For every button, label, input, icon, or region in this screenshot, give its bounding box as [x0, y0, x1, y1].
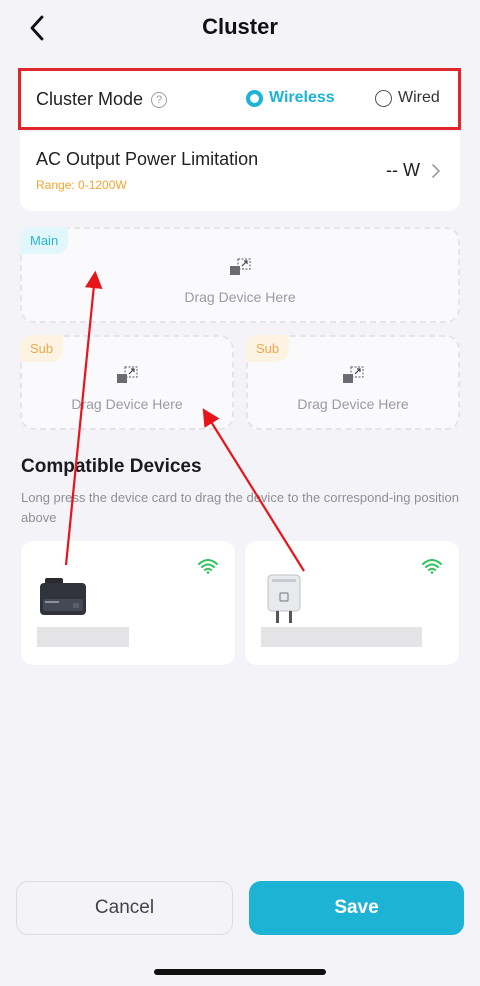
power-station-icon — [40, 578, 86, 615]
compatible-devices-description: Long press the device card to drag the d… — [21, 490, 459, 525]
sub1-drag-text: Drag Device Here — [71, 396, 183, 412]
wifi-icon — [422, 559, 442, 574]
drag-target-icon — [117, 366, 138, 383]
wireless-label: Wireless — [269, 89, 335, 106]
sub2-drag-text: Drag Device Here — [297, 396, 409, 412]
home-indicator — [154, 969, 326, 975]
drag-target-icon — [230, 258, 251, 275]
cluster-mode-label: Cluster Mode — [36, 89, 144, 109]
radio-selected-icon — [246, 89, 263, 107]
smart-plug-icon — [267, 574, 301, 623]
ac-output-range: Range: 0-1200W — [36, 178, 127, 192]
sub-tag: Sub — [246, 335, 290, 362]
cluster-mode-label-group: Cluster Mode ? — [36, 89, 168, 110]
wireless-radio-option[interactable]: Wireless — [246, 89, 335, 107]
main-drag-text: Drag Device Here — [184, 289, 296, 305]
save-button[interactable]: Save — [249, 881, 464, 935]
page-title: Cluster — [202, 14, 278, 39]
device-card-smart-plug[interactable] — [245, 541, 459, 665]
wired-label: Wired — [398, 89, 440, 106]
ac-output-value: -- W — [386, 160, 420, 180]
device-name-placeholder — [261, 627, 422, 647]
drag-target-icon — [343, 366, 364, 383]
help-icon[interactable]: ? — [151, 91, 168, 108]
device-name-placeholder — [37, 627, 129, 647]
wifi-icon — [198, 559, 218, 574]
radio-unselected-icon — [375, 89, 392, 107]
sub-tag: Sub — [20, 335, 64, 362]
header: Cluster — [0, 0, 480, 56]
sub-drop-zone-2[interactable]: Sub Drag Device Here — [246, 335, 460, 430]
ac-output-row[interactable]: AC Output Power Limitation Range: 0-1200… — [20, 132, 460, 211]
main-drop-zone[interactable]: Main Drag Device Here — [20, 227, 460, 323]
wired-radio-option[interactable]: Wired — [375, 89, 440, 107]
device-card-power-station[interactable] — [21, 541, 235, 665]
main-tag: Main — [20, 227, 69, 254]
cluster-mode-row: Cluster Mode ? Wireless Wired — [20, 70, 460, 130]
compatible-devices-title: Compatible Devices — [21, 456, 202, 477]
sub-drop-zone-1[interactable]: Sub Drag Device Here — [20, 335, 234, 430]
chevron-right-icon — [432, 164, 440, 178]
ac-output-title: AC Output Power Limitation — [36, 149, 259, 169]
cancel-button[interactable]: Cancel — [16, 881, 233, 935]
